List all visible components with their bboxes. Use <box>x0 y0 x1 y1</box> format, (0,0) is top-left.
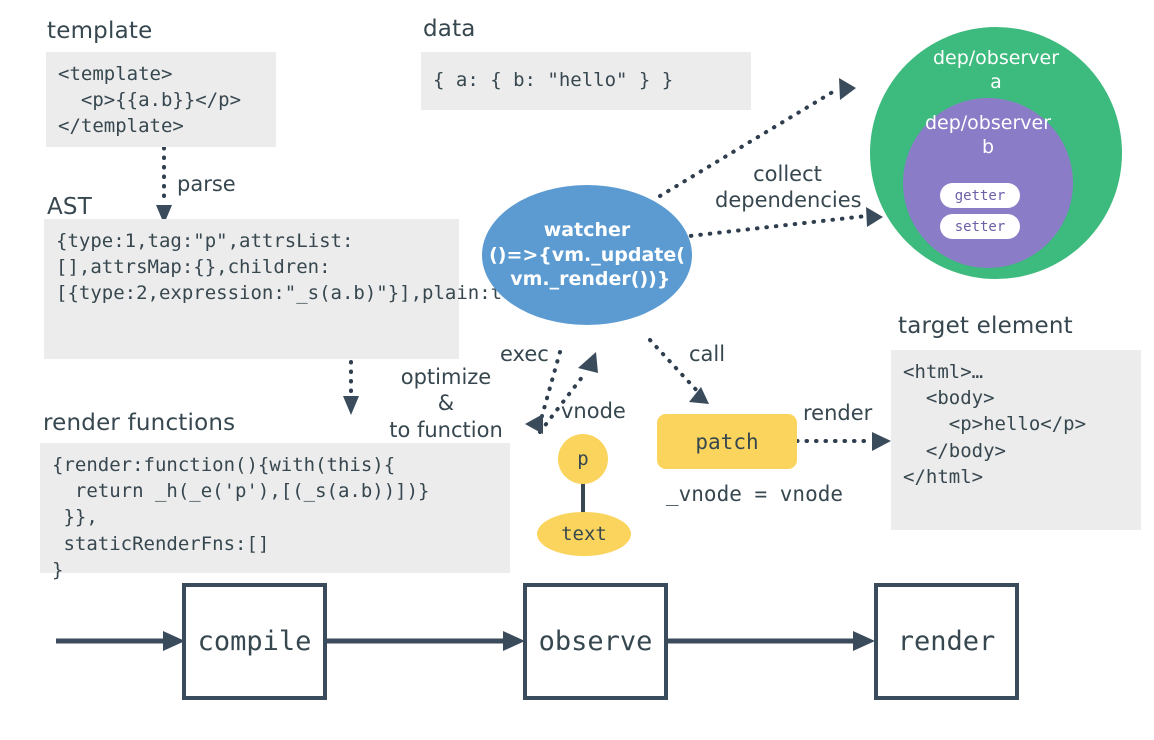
target-element-code-block: <html>… <body> <p>hello</p> </body> </ht… <box>891 350 1141 530</box>
flow-step-render[interactable]: render <box>874 583 1019 700</box>
arrow-optimize-to-function <box>343 360 359 415</box>
label-render: render <box>803 401 873 425</box>
watcher-body: ()=>{vm._update( vm._render())} <box>489 243 685 291</box>
label-optimize-to-function: optimize & to function <box>389 365 503 442</box>
flow-step-observe[interactable]: observe <box>523 583 668 700</box>
getter-pill[interactable]: getter <box>940 183 1020 208</box>
vnode-root-p[interactable]: p <box>558 434 608 484</box>
label-call: call <box>689 342 726 366</box>
flow-arrow-observe-render <box>668 631 875 651</box>
label-exec: exec <box>500 342 549 366</box>
label-parse: parse <box>177 172 236 196</box>
template-code-block: <template> <p>{{a.b}}</p> </template> <box>46 52 276 147</box>
data-caption: data <box>423 16 476 42</box>
data-code-block: { a: { b: "hello" } } <box>421 52 751 110</box>
render-functions-code-block: {render:function(){with(this){ return _h… <box>40 443 510 581</box>
dep-observer-a-label: dep/observer a <box>932 47 1060 93</box>
watcher-title: watcher <box>543 218 631 241</box>
render-functions-caption: render functions <box>43 410 236 436</box>
label-vnode: vnode <box>561 399 626 423</box>
target-element-caption: target element <box>898 313 1073 339</box>
patch-note: _vnode = vnode <box>666 482 844 506</box>
diagram-canvas: template <template> <p>{{a.b}}</p> </tem… <box>0 0 1154 740</box>
setter-pill[interactable]: setter <box>940 214 1020 239</box>
vnode-child-text[interactable]: text <box>537 512 631 556</box>
arrow-parse <box>156 146 172 224</box>
dep-observer-b-label: dep/observer b <box>924 112 1052 158</box>
template-caption: template <box>47 18 153 44</box>
ast-code-block: {type:1,tag:"p",attrsList:[],attrsMap:{}… <box>44 219 548 359</box>
arrow-render-to-target <box>795 432 891 451</box>
label-collect-dependencies: collect dependencies <box>715 162 862 213</box>
watcher-node[interactable]: watcher ()=>{vm._update( vm._render())} <box>482 185 692 325</box>
patch-node[interactable]: patch <box>657 414 797 469</box>
ast-caption: AST <box>47 194 92 220</box>
flow-arrow-into-compile <box>56 631 185 651</box>
flow-step-compile[interactable]: compile <box>182 583 327 700</box>
flow-arrow-compile-observe <box>327 631 525 651</box>
